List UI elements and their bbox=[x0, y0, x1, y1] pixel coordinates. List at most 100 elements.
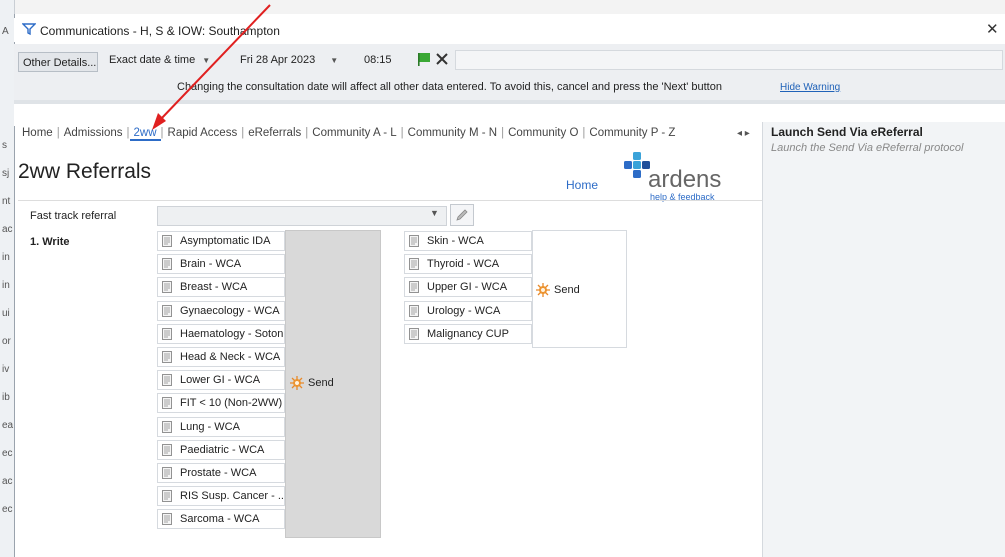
referral-item-label: Malignancy CUP bbox=[427, 327, 509, 340]
background-window-text: in bbox=[2, 280, 10, 291]
hide-warning-link[interactable]: Hide Warning bbox=[780, 82, 840, 93]
referral-item-label: Lung - WCA bbox=[180, 420, 240, 433]
referral-item[interactable]: Upper GI - WCA bbox=[404, 277, 532, 298]
referral-item-label: Haematology - Soton bbox=[180, 327, 284, 340]
tab-community-o[interactable]: Community O bbox=[504, 127, 582, 139]
referral-item[interactable]: Head & Neck - WCA bbox=[157, 347, 285, 367]
page-title: 2ww Referrals bbox=[18, 160, 152, 183]
send-gear-icon bbox=[536, 283, 550, 297]
edit-button[interactable] bbox=[450, 204, 474, 226]
tab-admissions[interactable]: Admissions bbox=[60, 127, 127, 139]
document-icon bbox=[162, 467, 172, 479]
document-icon bbox=[162, 397, 172, 410]
other-details-button[interactable]: Other Details... bbox=[18, 52, 98, 72]
fast-track-dropdown[interactable] bbox=[157, 206, 447, 226]
background-window-text: sj bbox=[2, 168, 10, 179]
background-window-text: ac bbox=[2, 224, 13, 235]
document-icon bbox=[162, 443, 172, 456]
referral-item[interactable]: Haematology - Soton bbox=[157, 323, 285, 344]
document-icon bbox=[409, 235, 419, 247]
content-divider bbox=[18, 200, 762, 201]
background-window-text: ec bbox=[2, 448, 13, 459]
referral-item[interactable]: Prostate - WCA bbox=[157, 463, 285, 483]
warning-text: Changing the consultation date will affe… bbox=[177, 81, 722, 93]
referral-item[interactable]: Sarcoma - WCA bbox=[157, 509, 285, 530]
referral-item-label: Brain - WCA bbox=[180, 258, 242, 271]
document-icon bbox=[162, 235, 172, 247]
referral-item[interactable]: RIS Susp. Cancer - ... bbox=[157, 486, 285, 507]
info-panel-subtitle: Launch the Send Via eReferral protocol bbox=[771, 142, 964, 154]
tab-scroll-arrows-icon[interactable]: ◂ ▸ bbox=[737, 128, 750, 139]
referral-item[interactable]: Thyroid - WCA bbox=[404, 254, 532, 275]
send-label: Send bbox=[308, 377, 334, 389]
info-panel bbox=[762, 122, 1005, 557]
referral-item[interactable]: Asymptomatic IDA bbox=[157, 231, 285, 251]
ardens-logo-text: ardens bbox=[648, 166, 722, 193]
referral-item-label: RIS Susp. Cancer - ... bbox=[180, 490, 285, 503]
document-icon bbox=[162, 420, 172, 433]
background-window-text: s bbox=[2, 140, 7, 151]
flag-icon[interactable] bbox=[416, 51, 432, 67]
toolbar-empty-field bbox=[455, 50, 1003, 70]
date-type-dropdown[interactable]: Exact date & time ▼ bbox=[105, 50, 231, 70]
time-value: 08:15 bbox=[364, 54, 392, 66]
tab-home[interactable]: Home bbox=[18, 127, 57, 139]
document-icon bbox=[409, 258, 419, 271]
referral-item[interactable]: Skin - WCA bbox=[404, 231, 532, 251]
chevron-down-icon: ▼ bbox=[430, 208, 439, 218]
referral-item[interactable]: Lung - WCA bbox=[157, 416, 285, 437]
background-window-text: ea bbox=[2, 420, 14, 431]
background-window-text: ib bbox=[2, 392, 10, 403]
document-icon bbox=[162, 258, 172, 271]
tab-community-m-n[interactable]: Community M - N bbox=[404, 127, 501, 139]
background-window-strip bbox=[0, 0, 15, 557]
referral-item[interactable]: Malignancy CUP bbox=[404, 323, 532, 344]
window-title: Communications - H, S & IOW: Southampton bbox=[40, 24, 280, 38]
referral-item[interactable]: Breast - WCA bbox=[157, 277, 285, 298]
tab-community-a-l[interactable]: Community A - L bbox=[308, 127, 400, 139]
send-label: Send bbox=[554, 284, 580, 296]
referral-item-label: FIT < 10 (Non-2WW) bbox=[180, 397, 283, 410]
referral-item-label: Sarcoma - WCA bbox=[180, 513, 260, 526]
fast-track-label: Fast track referral bbox=[30, 210, 117, 222]
tab-rapid-access[interactable]: Rapid Access bbox=[164, 127, 242, 139]
referral-item[interactable]: Brain - WCA bbox=[157, 254, 285, 275]
background-window-text: in bbox=[2, 252, 10, 263]
send-button-column2[interactable]: Send bbox=[536, 283, 580, 297]
background-window-text: ec bbox=[2, 504, 13, 515]
tab-bar: Home | Admissions | 2ww | Rapid Access | eReferr… bbox=[18, 127, 679, 145]
referral-item-label: Upper GI - WCA bbox=[427, 281, 508, 294]
referral-item[interactable]: FIT < 10 (Non-2WW) bbox=[157, 393, 285, 414]
document-icon bbox=[162, 304, 172, 317]
background-window-text: iv bbox=[2, 364, 10, 375]
info-panel-title: Launch Send Via eReferral bbox=[771, 125, 923, 139]
document-icon bbox=[162, 374, 172, 387]
referral-item[interactable]: Gynaecology - WCA bbox=[157, 300, 285, 321]
referral-item-label: Paediatric - WCA bbox=[180, 443, 265, 456]
write-step-label: 1. Write bbox=[30, 236, 70, 248]
tab-2ww[interactable]: 2ww bbox=[129, 127, 161, 141]
background-window-text: ac bbox=[2, 476, 13, 487]
referral-item[interactable]: Lower GI - WCA bbox=[157, 370, 285, 391]
document-icon bbox=[162, 327, 172, 340]
home-link[interactable]: Home bbox=[566, 178, 598, 192]
close-icon[interactable]: ✕ bbox=[986, 20, 999, 38]
tab-ereferrals[interactable]: eReferrals bbox=[244, 127, 305, 139]
clear-icon[interactable] bbox=[434, 51, 450, 67]
document-icon bbox=[162, 281, 172, 294]
document-icon bbox=[162, 351, 172, 363]
background-window-text: or bbox=[2, 336, 11, 347]
referral-item-label: Breast - WCA bbox=[180, 281, 248, 294]
send-button-column1[interactable]: Send bbox=[290, 376, 334, 390]
background-window-topband bbox=[14, 0, 1005, 14]
time-field[interactable]: 08:15 bbox=[360, 50, 400, 70]
date-type-value: Exact date & time bbox=[109, 54, 196, 66]
tab-community-p-z[interactable]: Community P - Z bbox=[585, 127, 679, 139]
referral-item[interactable]: Paediatric - WCA bbox=[157, 439, 285, 460]
background-window-text: ui bbox=[2, 308, 10, 319]
document-icon bbox=[162, 513, 172, 526]
document-icon bbox=[409, 281, 419, 294]
date-picker[interactable]: Fri 28 Apr 2023 ▼ bbox=[236, 50, 358, 70]
referral-item[interactable]: Urology - WCA bbox=[404, 300, 532, 321]
referral-item-label: Asymptomatic IDA bbox=[180, 235, 271, 247]
